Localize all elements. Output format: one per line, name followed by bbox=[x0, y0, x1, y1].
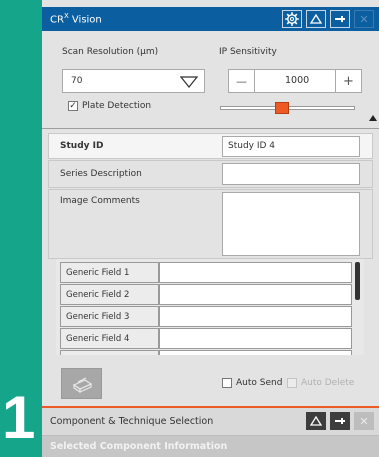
gear-icon bbox=[285, 12, 299, 26]
generic-field-2-label: Generic Field 2 bbox=[60, 284, 159, 305]
settings-button[interactable] bbox=[282, 10, 302, 28]
pin-icon bbox=[335, 418, 345, 424]
component-panel-title: Component & Technique Selection bbox=[50, 416, 214, 427]
auto-send-label: Auto Send bbox=[236, 378, 283, 388]
triangle-up-icon bbox=[310, 416, 322, 426]
window-title-main: CR bbox=[50, 14, 64, 26]
generic-field-3-label: Generic Field 3 bbox=[60, 306, 159, 327]
auto-send-box bbox=[222, 378, 232, 388]
collapse-arrow-icon[interactable] bbox=[369, 115, 377, 121]
slider-thumb[interactable] bbox=[275, 102, 289, 114]
generic-field-4-input[interactable] bbox=[159, 328, 352, 349]
plus-icon: + bbox=[343, 73, 354, 89]
generic-field-1-input[interactable] bbox=[159, 262, 352, 283]
scan-action-button[interactable] bbox=[61, 368, 102, 399]
collapse-button[interactable] bbox=[306, 10, 326, 28]
ip-sensitivity-stepper[interactable]: — 1000 + bbox=[228, 69, 362, 93]
study-id-value: Study ID 4 bbox=[228, 141, 276, 151]
plate-detection-label: Plate Detection bbox=[82, 101, 152, 111]
sensitivity-slider[interactable] bbox=[220, 102, 355, 114]
component-collapse-button[interactable] bbox=[306, 412, 326, 430]
selected-component-header: Selected Component Information bbox=[42, 436, 379, 457]
scanner-icon bbox=[72, 376, 92, 393]
dropdown-arrow-icon bbox=[180, 76, 198, 88]
generic-field-3-input[interactable] bbox=[159, 306, 352, 327]
component-panel-header: Component & Technique Selection ✕ bbox=[42, 408, 379, 436]
generic-field-1-label: Generic Field 1 bbox=[60, 262, 159, 283]
scan-resolution-label: Scan Resolution (μm) bbox=[62, 47, 159, 57]
component-pin-button[interactable] bbox=[330, 412, 350, 430]
window-title: CRX Vision bbox=[50, 12, 102, 25]
series-description-label: Series Description bbox=[60, 169, 142, 179]
image-comments-textarea[interactable] bbox=[222, 192, 360, 256]
auto-delete-box bbox=[287, 378, 297, 388]
study-id-label: Study ID bbox=[60, 141, 104, 151]
close-icon: ✕ bbox=[359, 414, 369, 428]
generic-field-2-input[interactable] bbox=[159, 284, 352, 305]
checkmark-icon: ✓ bbox=[68, 100, 78, 111]
minus-button[interactable]: — bbox=[229, 70, 255, 92]
image-comments-label: Image Comments bbox=[60, 196, 140, 206]
auto-send-checkbox[interactable]: Auto Send bbox=[222, 378, 282, 388]
window-title-suffix: Vision bbox=[68, 14, 102, 26]
scan-resolution-value: 70 bbox=[71, 76, 83, 86]
selected-component-title: Selected Component Information bbox=[50, 441, 228, 452]
minus-icon: — bbox=[236, 74, 247, 88]
plus-button[interactable]: + bbox=[335, 70, 361, 92]
section-divider bbox=[42, 128, 379, 129]
triangle-up-icon bbox=[310, 14, 322, 24]
auto-delete-label: Auto Delete bbox=[301, 378, 355, 388]
plate-detection-checkbox[interactable]: ✓ Plate Detection bbox=[68, 101, 151, 111]
pin-icon bbox=[335, 16, 345, 22]
generic-field-4-label: Generic Field 4 bbox=[60, 328, 159, 349]
step-number: 1 bbox=[2, 384, 36, 451]
grid-scrollbar-thumb[interactable] bbox=[355, 262, 360, 300]
generic-field-5-input[interactable] bbox=[159, 350, 352, 355]
title-bar: CRX Vision ✕ bbox=[42, 7, 379, 31]
ip-sensitivity-label: IP Sensitivity bbox=[219, 47, 277, 57]
study-id-input[interactable]: Study ID 4 bbox=[222, 136, 360, 157]
close-icon: ✕ bbox=[359, 12, 369, 26]
scan-resolution-select[interactable]: 70 bbox=[62, 69, 205, 93]
component-close-button[interactable]: ✕ bbox=[354, 412, 374, 430]
close-button[interactable]: ✕ bbox=[354, 10, 374, 28]
auto-delete-checkbox[interactable]: Auto Delete bbox=[287, 378, 354, 388]
pin-button[interactable] bbox=[330, 10, 350, 28]
series-description-input[interactable] bbox=[222, 163, 360, 185]
ip-sensitivity-value: 1000 bbox=[285, 75, 310, 86]
generic-field-5-label bbox=[60, 350, 159, 355]
